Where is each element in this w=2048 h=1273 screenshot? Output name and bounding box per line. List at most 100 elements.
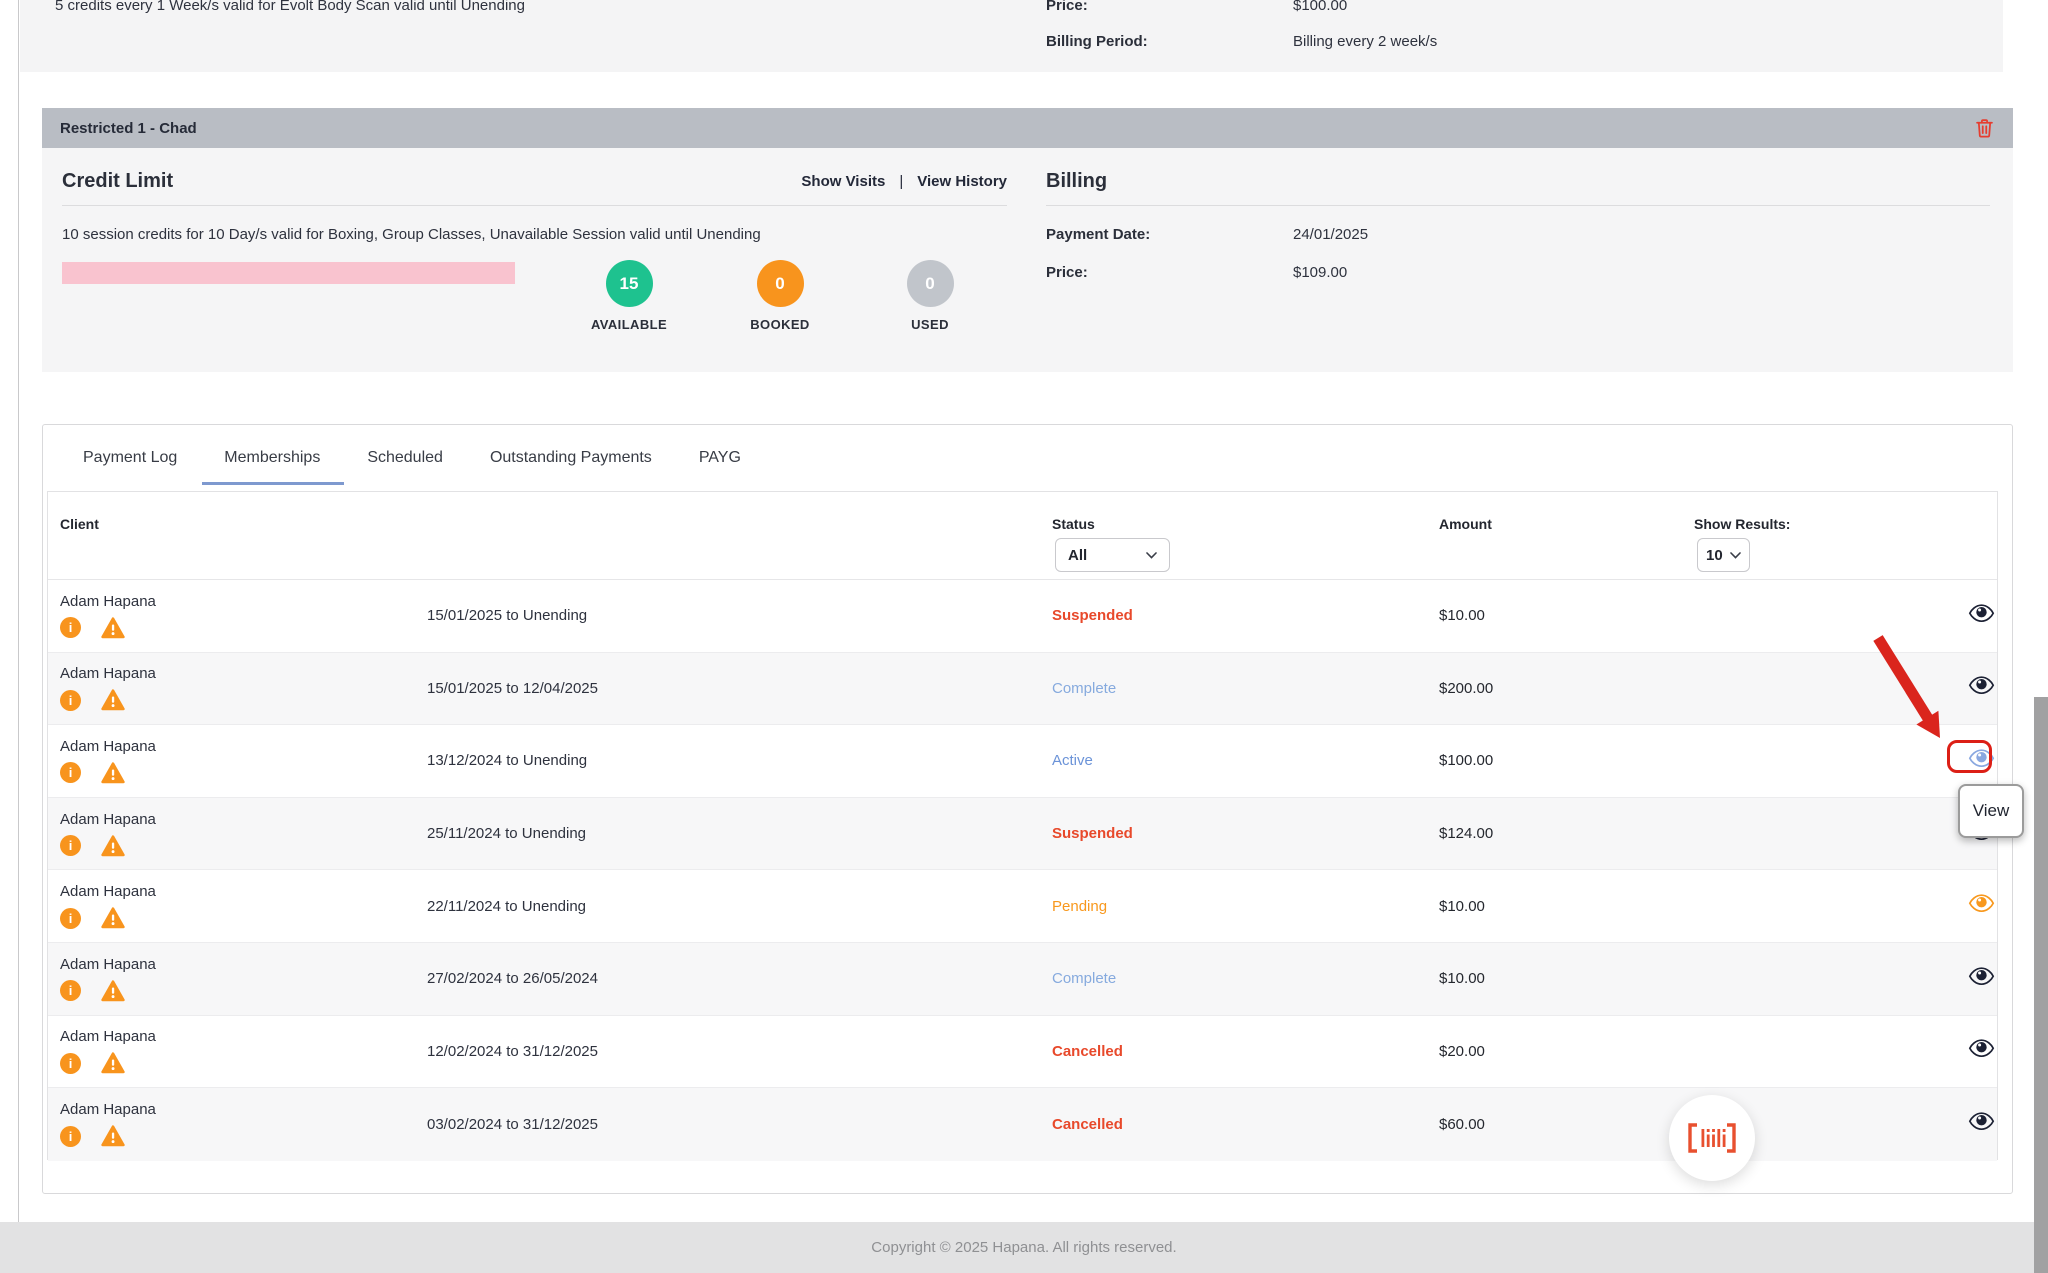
- membership-period: 22/11/2024 to Unending: [427, 898, 1052, 915]
- table-row: Adam Hapana i 27/02/2024 to 26/05/2024 C…: [48, 943, 1997, 1016]
- price-value: $100.00: [1293, 0, 1347, 14]
- tab-payment-log[interactable]: Payment Log: [83, 425, 177, 491]
- client-name[interactable]: Adam Hapana: [60, 1101, 427, 1118]
- page-left-edge: [18, 0, 19, 1222]
- credit-stat-value: 0: [757, 260, 804, 307]
- info-icon[interactable]: i: [60, 908, 81, 929]
- table-row: Adam Hapana i 15/01/2025 to Unending Sus…: [48, 580, 1997, 653]
- view-eye-icon[interactable]: [1968, 1038, 1995, 1059]
- client-name[interactable]: Adam Hapana: [60, 883, 427, 900]
- warning-icon[interactable]: [101, 1125, 125, 1147]
- table-row: Adam Hapana i 22/11/2024 to Unending Pen…: [48, 870, 1997, 943]
- membership-period: 12/02/2024 to 31/12/2025: [427, 1043, 1052, 1060]
- tab-label: PAYG: [699, 449, 741, 467]
- billing-price-value: $109.00: [1293, 264, 1347, 281]
- membership-card-body: Credit Limit Show Visits | View History …: [42, 148, 2013, 372]
- credit-stat-label: BOOKED: [750, 317, 809, 332]
- show-results-select[interactable]: 10: [1697, 538, 1750, 572]
- membership-title: Restricted 1 - Chad: [60, 120, 1973, 137]
- payments-panel: Payment Log Memberships Scheduled Outstandi…: [42, 424, 2013, 1194]
- warning-icon[interactable]: [101, 980, 125, 1002]
- view-eye-icon[interactable]: [1968, 1111, 1995, 1132]
- view-tooltip: View: [1958, 784, 2024, 838]
- table-row: Adam Hapana i 15/01/2025 to 12/04/2025 C…: [48, 653, 1997, 726]
- info-icon[interactable]: i: [60, 762, 81, 783]
- table-row: Adam Hapana i 13/12/2024 to Unending Act…: [48, 725, 1997, 798]
- membership-amount: $20.00: [1439, 1043, 1964, 1060]
- credit-stat-value: 15: [606, 260, 653, 307]
- info-icon[interactable]: i: [60, 835, 81, 856]
- credit-limit-heading: Credit Limit: [62, 170, 173, 193]
- status-column-header: Status: [1052, 516, 1095, 532]
- billing-price-label: Price:: [1046, 264, 1293, 281]
- membership-status-badge: Cancelled: [1052, 1116, 1439, 1133]
- view-history-link[interactable]: View History: [917, 173, 1007, 190]
- info-icon[interactable]: i: [60, 1126, 81, 1147]
- info-icon[interactable]: i: [60, 690, 81, 711]
- membership-status-badge: Cancelled: [1052, 1043, 1439, 1060]
- membership-period: 25/11/2024 to Unending: [427, 825, 1052, 842]
- info-icon[interactable]: i: [60, 1053, 81, 1074]
- view-eye-icon[interactable]: [1968, 966, 1995, 987]
- tab-label: Outstanding Payments: [490, 449, 652, 467]
- credit-stat-label: AVAILABLE: [591, 317, 667, 332]
- view-eye-icon[interactable]: [1968, 893, 1995, 914]
- warning-icon[interactable]: [101, 617, 125, 639]
- delete-membership-button[interactable]: [1973, 117, 1995, 139]
- view-eye-icon[interactable]: [1968, 675, 1995, 696]
- client-name[interactable]: Adam Hapana: [60, 665, 427, 682]
- status-filter-select[interactable]: All: [1055, 538, 1170, 572]
- table-row: Adam Hapana i 25/11/2024 to Unending Sus…: [48, 798, 1997, 871]
- warning-icon[interactable]: [101, 762, 125, 784]
- credit-limit-description: 10 session credits for 10 Day/s valid fo…: [62, 226, 761, 243]
- membership-period: 27/02/2024 to 26/05/2024: [427, 970, 1052, 987]
- client-name[interactable]: Adam Hapana: [60, 593, 427, 610]
- membership-status-badge: Complete: [1052, 680, 1439, 697]
- credit-stat-value: 0: [907, 260, 954, 307]
- tab-label: Payment Log: [83, 449, 177, 467]
- status-filter-value: All: [1068, 547, 1087, 564]
- info-icon[interactable]: i: [60, 617, 81, 638]
- credit-stat-booked: 0 BOOKED: [719, 260, 841, 332]
- barcode-scan-button[interactable]: [1669, 1095, 1755, 1181]
- tab-scheduled[interactable]: Scheduled: [367, 425, 443, 491]
- membership-period: 13/12/2024 to Unending: [427, 752, 1052, 769]
- view-tooltip-label: View: [1973, 801, 2010, 821]
- membership-status-badge: Complete: [1052, 970, 1439, 987]
- warning-icon[interactable]: [101, 1052, 125, 1074]
- client-name[interactable]: Adam Hapana: [60, 1028, 427, 1045]
- show-visits-link[interactable]: Show Visits: [801, 173, 885, 190]
- warning-icon[interactable]: [101, 689, 125, 711]
- footer: Copyright © 2025 Hapana. All rights rese…: [0, 1222, 2048, 1273]
- tabs: Payment Log Memberships Scheduled Outstandi…: [43, 425, 2012, 491]
- membership-card: Restricted 1 - Chad Credit Limit Show Vi…: [42, 108, 2013, 372]
- copyright-text: Copyright © 2025 Hapana. All rights rese…: [871, 1239, 1176, 1256]
- tab-payg[interactable]: PAYG: [699, 425, 741, 491]
- membership-period: 15/01/2025 to 12/04/2025: [427, 680, 1052, 697]
- table-row: Adam Hapana i 12/02/2024 to 31/12/2025 C…: [48, 1016, 1997, 1089]
- amount-column-header: Amount: [1439, 516, 1492, 532]
- table-body: Adam Hapana i 15/01/2025 to Unending Sus…: [48, 580, 1997, 1161]
- trash-icon: [1974, 117, 1995, 139]
- tab-outstanding-payments[interactable]: Outstanding Payments: [490, 425, 652, 491]
- membership-period: 03/02/2024 to 31/12/2025: [427, 1116, 1052, 1133]
- warning-icon[interactable]: [101, 907, 125, 929]
- client-name[interactable]: Adam Hapana: [60, 738, 427, 755]
- credit-progress-bar: [62, 262, 515, 284]
- client-name[interactable]: Adam Hapana: [60, 811, 427, 828]
- credit-stat-label: USED: [911, 317, 949, 332]
- tab-memberships[interactable]: Memberships: [224, 425, 320, 491]
- warning-icon[interactable]: [101, 835, 125, 857]
- table-header: Client Status All Amount Show Results: 1…: [48, 492, 1997, 580]
- client-name[interactable]: Adam Hapana: [60, 956, 427, 973]
- tab-label: Memberships: [224, 449, 320, 467]
- previous-membership-description: 5 credits every 1 Week/s valid for Evolt…: [55, 0, 525, 14]
- price-label: Price:: [1046, 0, 1088, 14]
- info-icon[interactable]: i: [60, 980, 81, 1001]
- view-eye-icon[interactable]: [1968, 603, 1995, 624]
- vertical-scrollbar[interactable]: [2034, 697, 2048, 1273]
- view-eye-icon[interactable]: [1968, 748, 1995, 769]
- show-results-value: 10: [1706, 547, 1723, 564]
- memberships-table: Client Status All Amount Show Results: 1…: [47, 491, 1998, 1160]
- membership-status-badge: Pending: [1052, 898, 1439, 915]
